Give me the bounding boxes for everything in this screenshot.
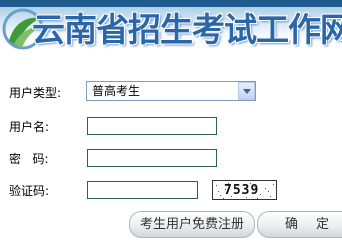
site-title: 云南省招生考试工作网: [32, 10, 342, 49]
password-input[interactable]: [87, 149, 217, 167]
user-type-select[interactable]: 普高考生: [86, 81, 256, 101]
user-type-label: 用户类型:: [9, 86, 62, 100]
header-banner: 云南省招生考试工作网: [0, 0, 342, 62]
password-label: 密 码:: [9, 152, 49, 166]
register-button[interactable]: 考生用户免费注册: [129, 211, 255, 238]
user-type-selected-value: 普高考生: [92, 84, 141, 98]
username-label: 用户名:: [9, 120, 50, 134]
username-input[interactable]: [87, 117, 217, 135]
confirm-button[interactable]: 确定: [257, 211, 342, 238]
dropdown-button[interactable]: [238, 82, 255, 100]
captcha-text: 7539: [224, 183, 260, 198]
chevron-down-icon: [243, 89, 251, 94]
captcha-image[interactable]: 7539: [212, 180, 277, 200]
captcha-input[interactable]: [87, 181, 198, 199]
captcha-label: 验证码:: [9, 184, 50, 198]
banner-top-strip: [0, 0, 342, 7]
